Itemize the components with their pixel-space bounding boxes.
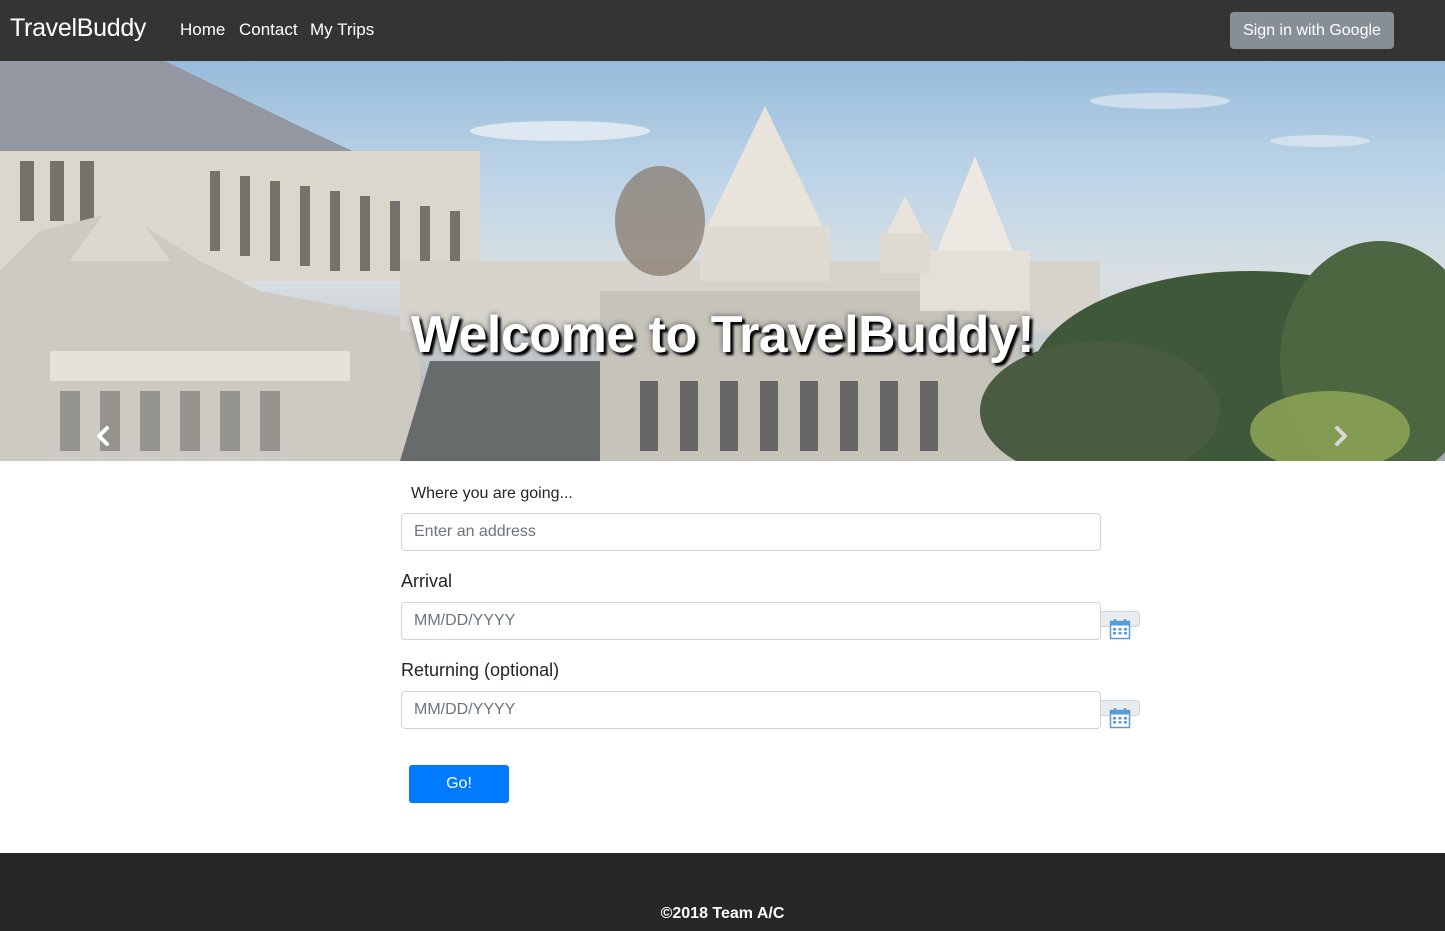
carousel-prev-button[interactable]: [88, 416, 118, 456]
calendar-icon[interactable]: [1109, 618, 1131, 640]
returning-label: Returning (optional): [401, 660, 560, 680]
arrival-label: Arrival: [401, 571, 453, 591]
hero-carousel: Welcome to TravelBuddy!: [0, 61, 1445, 461]
chevron-left-icon: [97, 426, 109, 446]
hero-title: Welcome to TravelBuddy!: [410, 306, 1035, 364]
copyright-text: ©2018 Team A/C: [660, 905, 785, 922]
carousel-next-button[interactable]: [1326, 416, 1356, 456]
nav-link-my-trips[interactable]: My Trips: [310, 20, 374, 40]
navbar: TravelBuddy Home Contact My Trips Sign i…: [0, 0, 1445, 61]
chevron-right-icon: [1335, 426, 1347, 446]
nav-link-home[interactable]: Home: [180, 20, 225, 40]
sign-in-google-button[interactable]: Sign in with Google: [1230, 12, 1394, 49]
hero-background-image: [0, 61, 1445, 461]
arrival-date-input[interactable]: [401, 602, 1101, 640]
destination-input[interactable]: [401, 513, 1101, 551]
destination-label: Where you are going...: [411, 485, 573, 502]
calendar-icon[interactable]: [1109, 707, 1131, 729]
brand-logo[interactable]: TravelBuddy: [10, 14, 146, 43]
nav-link-contact[interactable]: Contact: [239, 20, 298, 40]
returning-date-input[interactable]: [401, 691, 1101, 729]
go-button[interactable]: Go!: [409, 765, 509, 803]
footer: ©2018 Team A/C: [0, 853, 1445, 931]
